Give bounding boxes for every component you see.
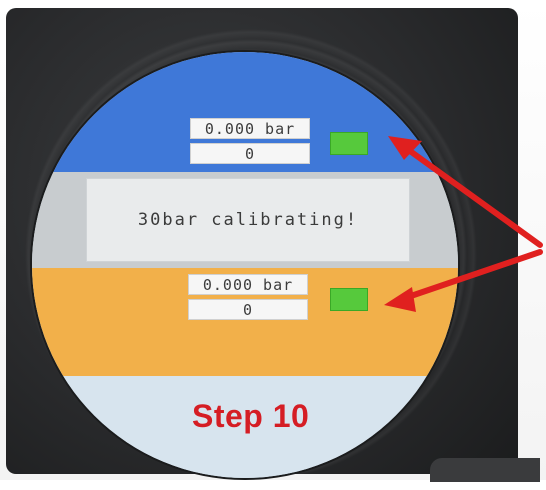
- lower-green-status-icon: [330, 288, 368, 311]
- lower-readout: 0.000 bar 0: [188, 274, 308, 320]
- upper-green-status-icon: [330, 132, 368, 155]
- upper-count-value: 0: [190, 143, 310, 164]
- lower-count-value: 0: [188, 299, 308, 320]
- calibration-message-text: 30bar calibrating!: [137, 210, 359, 230]
- upper-readout: 0.000 bar 0: [190, 118, 310, 164]
- lower-pressure-value: 0.000 bar: [188, 274, 308, 295]
- step-caption: Step 10: [192, 398, 310, 434]
- device-logo-plate: [430, 458, 540, 482]
- calibration-message-box: 30bar calibrating!: [86, 178, 410, 262]
- photo-background: 0.000 bar 0 30bar calibrating! 0.000 bar…: [0, 0, 546, 490]
- upper-pressure-value: 0.000 bar: [190, 118, 310, 139]
